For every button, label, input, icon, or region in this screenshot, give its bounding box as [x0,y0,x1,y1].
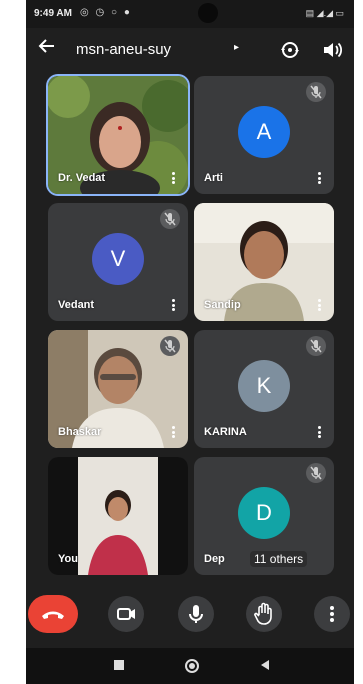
home-circle-icon [185,659,199,673]
mic-toggle-button[interactable] [178,596,214,632]
mic-off-icon [310,466,322,480]
mic-off-icon [164,212,176,226]
avatar: D [238,487,290,539]
mic-off-icon [164,339,176,353]
mic-off-icon [310,85,322,99]
call-controls [26,588,354,644]
switch-camera-icon [281,42,299,58]
status-time: 9:49 AM [34,8,72,19]
more-vert-icon[interactable] [168,425,178,439]
more-vert-icon [330,606,334,622]
status-bar: 9:49 AM ◎ ◷ ○ ● ▤ ◢.◢ ▭ [26,0,354,28]
phone-hangup-icon [42,611,64,619]
speaker-icon[interactable] [320,38,344,62]
more-vert-icon[interactable] [168,298,178,312]
participant-name: Sandip [204,299,241,311]
participant-tile[interactable]: Bhaskar [48,330,188,448]
raise-hand-button[interactable] [246,596,282,632]
participant-tile[interactable]: V Vedant [48,203,188,321]
notification-icons: ◎ ◷ ○ ● [80,7,132,18]
call-header: msn-aneu-suy ▸ [26,28,354,72]
back-arrow-icon[interactable] [34,36,60,62]
videocam-icon [117,608,135,620]
participant-name: Arti [204,172,223,184]
avatar: A [238,106,290,158]
more-vert-icon[interactable] [314,171,324,185]
more-vert-icon[interactable] [168,171,178,185]
hand-icon [254,602,272,625]
recents-square-icon[interactable] [112,658,126,677]
participant-name: KARINA [204,426,247,438]
home-circle-icon[interactable] [184,658,200,679]
mic-icon [189,605,203,623]
chevron-right-icon[interactable]: ▸ [234,42,239,53]
participant-tile[interactable]: A Arti [194,76,334,194]
more-vert-icon[interactable] [314,425,324,439]
mic-off-icon [306,463,326,483]
mic-off-icon [310,339,322,353]
mic-off-icon [306,336,326,356]
participant-name: Bhaskar [58,426,102,438]
others-tile[interactable]: D Dep 11 others [194,457,334,575]
speaker-icon [324,42,343,58]
participant-name: Dep [204,553,225,565]
system-nav-bar [26,648,354,684]
more-options-button[interactable] [314,596,350,632]
mic-off-icon [306,82,326,102]
mic-off-icon [160,336,180,356]
others-count-label[interactable]: 11 others [250,551,308,567]
participant-name: You [58,553,78,565]
recents-square-icon [114,660,124,670]
participant-tile[interactable]: Sandip [194,203,334,321]
back-triangle-icon [261,660,269,670]
more-vert-icon[interactable] [314,298,324,312]
camera-toggle-button[interactable] [108,596,144,632]
meeting-code-title[interactable]: msn-aneu-suy [76,41,171,58]
participant-tile[interactable]: Dr. Vedat [48,76,188,194]
end-call-button[interactable] [28,595,78,633]
mic-off-icon [160,209,180,229]
avatar: K [238,360,290,412]
back-arrow-icon [38,39,54,53]
signal-battery-icons: ▤ ◢.◢ ▭ [305,8,344,18]
back-triangle-icon[interactable] [258,658,272,677]
switch-camera-icon[interactable] [278,38,302,62]
participant-name: Dr. Vedat [58,172,106,184]
participant-tile[interactable]: K KARINA [194,330,334,448]
front-camera-cutout [198,3,218,23]
meet-call-screen: 9:49 AM ◎ ◷ ○ ● ▤ ◢.◢ ▭ msn-aneu-suy ▸ D… [26,0,354,684]
participant-name: Vedant [58,299,95,311]
avatar: V [92,233,144,285]
self-view-tile[interactable]: You [48,457,188,575]
